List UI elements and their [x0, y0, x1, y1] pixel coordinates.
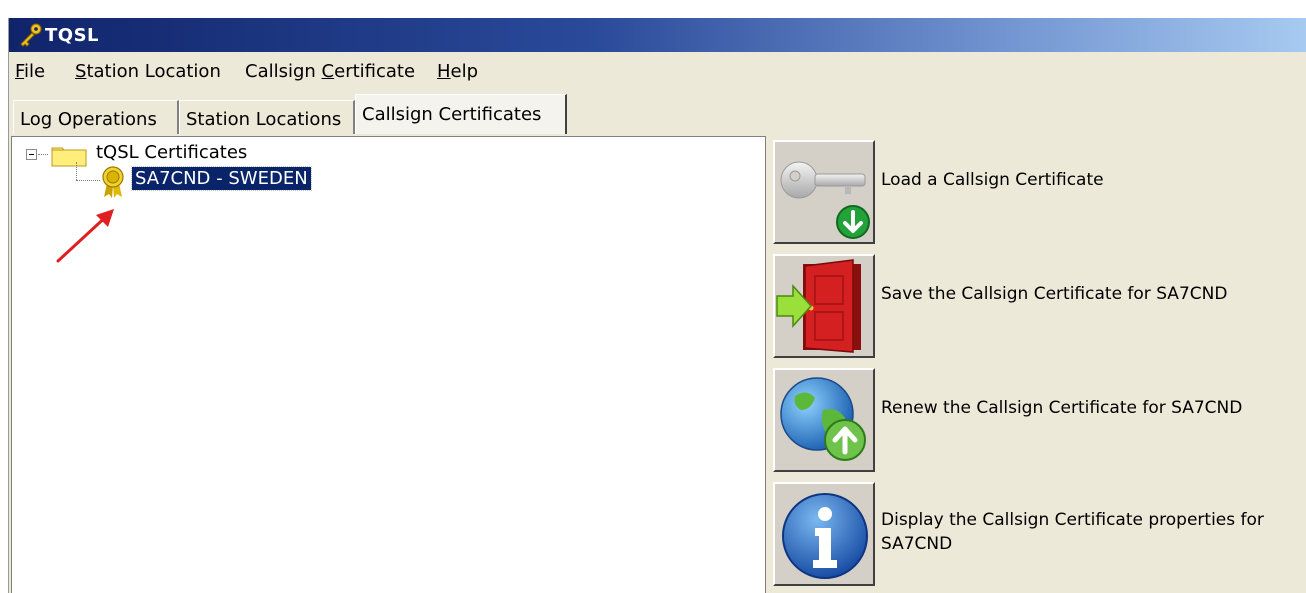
actions-panel: Load a Callsign Certificate Save the Cal…	[771, 138, 1306, 593]
menu-bar: File Station Location Callsign Certifica…	[9, 52, 1306, 92]
splitter[interactable]	[765, 136, 770, 593]
collapse-toggle[interactable]	[26, 149, 37, 160]
annotation-arrow	[56, 209, 114, 263]
load-certificate-button[interactable]	[773, 140, 875, 244]
certificate-tree[interactable]: tQSL Certificates SA7CND - SWEDEN	[11, 136, 767, 593]
tree-root-label[interactable]: tQSL Certificates	[96, 142, 247, 163]
tab-station-locations[interactable]: Station Locations	[179, 100, 355, 134]
action-save-certificate: Save the Callsign Certificate for SA7CND	[771, 252, 1306, 362]
key-download-icon	[780, 161, 870, 239]
window-title: TQSL	[45, 25, 100, 46]
key-app-icon	[20, 23, 42, 47]
folder-icon	[51, 147, 87, 167]
title-bar[interactable]: TQSL	[9, 18, 1306, 52]
action-label: Load a Callsign Certificate	[881, 170, 1104, 190]
action-label: Renew the Callsign Certificate for SA7CN…	[881, 398, 1243, 418]
action-label: Display the Callsign Certificate propert…	[881, 510, 1264, 554]
tab-label: Station Locations	[186, 109, 342, 130]
tab-label: Callsign Certificates	[362, 104, 542, 125]
tab-callsign-certificates[interactable]: Callsign Certificates	[355, 94, 567, 134]
tree-line	[76, 180, 100, 181]
tqsl-window: TQSL File Station Location Callsign Cert…	[8, 18, 1306, 593]
menu-callsign-certificate[interactable]: Callsign Certificate	[245, 61, 415, 82]
tree-line	[76, 162, 77, 180]
action-load-certificate: Load a Callsign Certificate	[771, 138, 1306, 248]
renew-certificate-button[interactable]	[773, 368, 875, 472]
globe-upload-icon	[780, 377, 866, 461]
action-renew-certificate: Renew the Callsign Certificate for SA7CN…	[771, 366, 1306, 476]
tab-label: Log Operations	[20, 109, 157, 130]
door-save-icon	[776, 259, 861, 353]
tab-log-operations[interactable]: Log Operations	[13, 100, 179, 134]
action-display-properties: Display the Callsign Certificate propert…	[771, 480, 1306, 590]
display-properties-button[interactable]	[773, 482, 875, 586]
tree-item-certificate[interactable]: SA7CND - SWEDEN	[131, 166, 312, 191]
save-certificate-button[interactable]	[773, 254, 875, 358]
tab-content: tQSL Certificates SA7CND - SWEDEN Load a…	[9, 134, 1306, 593]
certificate-icon	[102, 166, 124, 198]
menu-station-location[interactable]: Station Location	[75, 61, 221, 82]
tree-line	[38, 154, 48, 155]
menu-help[interactable]: Help	[437, 61, 478, 82]
info-icon	[782, 493, 868, 579]
action-label: Save the Callsign Certificate for SA7CND	[881, 284, 1228, 304]
menu-file[interactable]: File	[15, 61, 45, 82]
tab-strip: Log Operations Station Locations Callsig…	[9, 92, 1306, 135]
